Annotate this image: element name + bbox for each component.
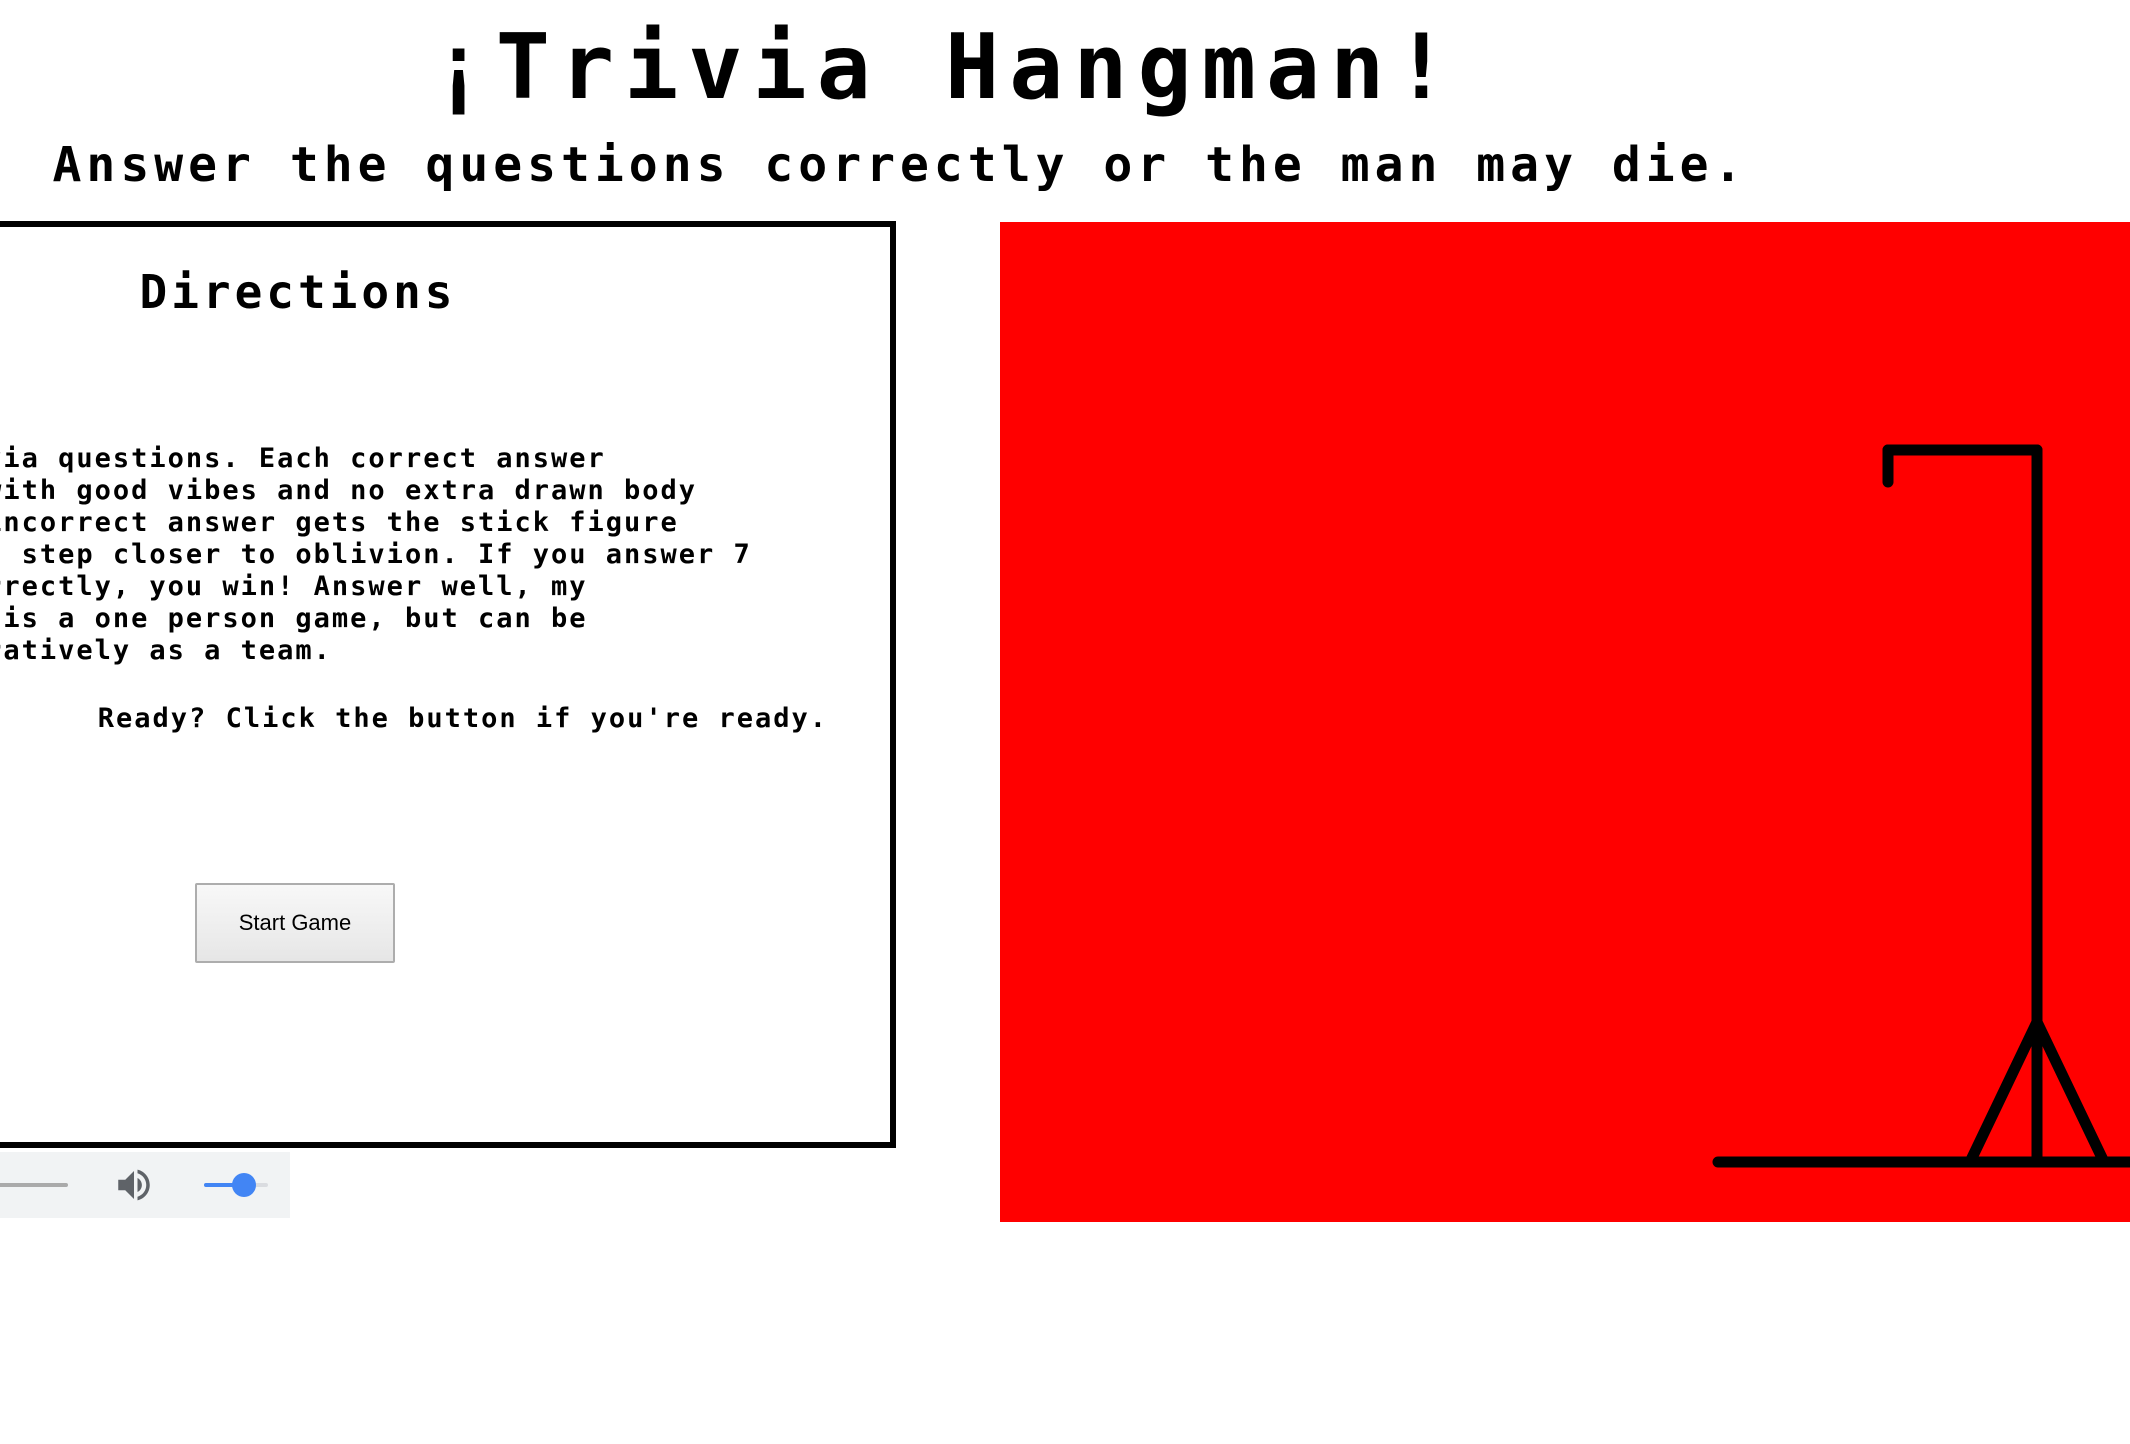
start-game-button[interactable]: Start Game (195, 883, 395, 963)
directions-prompt: Ready? Click the button if you're ready. (97, 703, 828, 734)
volume-slider[interactable] (204, 1172, 268, 1198)
directions-heading: Directions (139, 265, 457, 319)
page-title: ¡Trivia Hangman! (431, 15, 1459, 120)
speaker-volume-icon[interactable] (112, 1164, 156, 1206)
page-subtitle: Answer the questions correctly or the ma… (52, 137, 1748, 193)
hangman-canvas (1000, 222, 2130, 1222)
audio-player (0, 1152, 290, 1218)
seek-bar[interactable] (0, 1183, 68, 1187)
directions-panel: Directions Answer 7 trivia questions. Ea… (0, 221, 896, 1148)
volume-thumb[interactable] (231, 1173, 256, 1197)
canvas-background (1000, 222, 2130, 1222)
directions-text: Answer 7 trivia questions. Each correct … (0, 443, 752, 666)
